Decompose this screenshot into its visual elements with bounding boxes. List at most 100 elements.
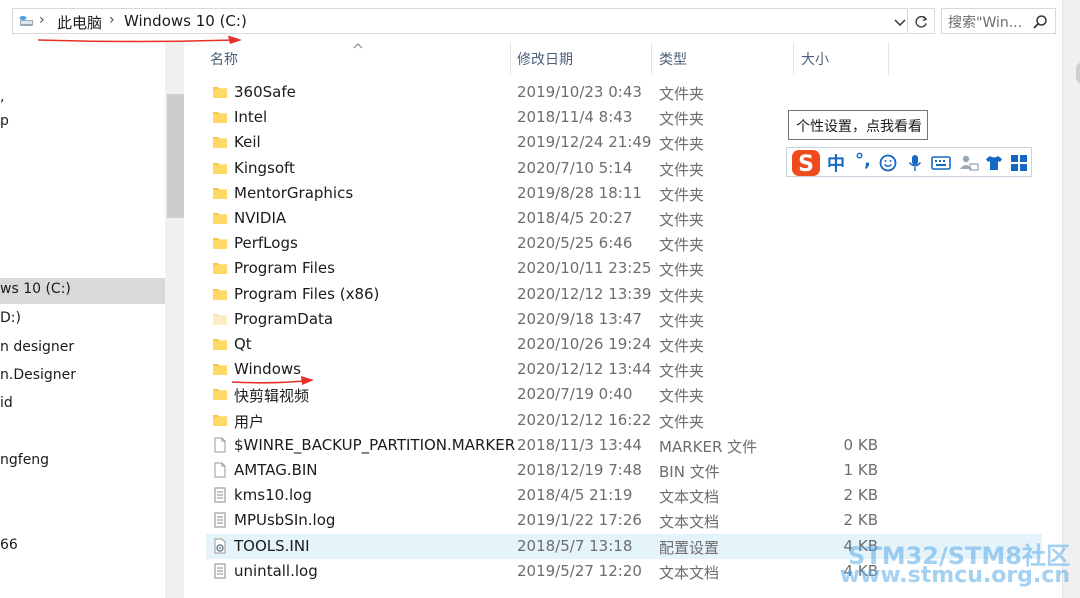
file-row[interactable]: MPUsbSIn.log 2019/1/22 17:26 文本文档 2 KB xyxy=(206,508,1042,533)
folder-row[interactable]: NVIDIA 2018/4/5 20:27 文件夹 xyxy=(206,206,1042,231)
file-name: ProgramData xyxy=(234,309,334,328)
refresh-icon xyxy=(915,15,928,28)
file-row[interactable]: $WINRE_BACKUP_PARTITION.MARKER 2018/11/3 … xyxy=(206,433,1042,458)
file-size: 1 KB xyxy=(843,461,878,479)
nav-item-c-drive[interactable]: ws 10 (C:) xyxy=(0,278,165,304)
file-row[interactable]: AMTAG.BIN 2018/12/19 7:48 BIN 文件 1 KB xyxy=(206,458,1042,483)
nav-item[interactable]: id xyxy=(0,392,165,418)
file-type: 文本文档 xyxy=(659,488,720,507)
folder-row[interactable]: 360Safe 2019/10/23 0:43 文件夹 xyxy=(206,80,1042,105)
search-icon xyxy=(1033,15,1047,29)
keyboard-icon[interactable] xyxy=(931,154,951,172)
nav-item[interactable]: , xyxy=(0,86,165,112)
file-icon xyxy=(212,462,228,478)
file-date: 2020/12/12 13:44 xyxy=(517,360,652,379)
address-bar[interactable]: › 此电脑 › Windows 10 (C:) xyxy=(12,8,908,34)
folder-row[interactable]: 快剪辑视频 2020/7/19 0:40 文件夹 xyxy=(206,382,1042,407)
column-date[interactable]: 修改日期 xyxy=(517,49,573,69)
text-file-icon xyxy=(212,563,228,579)
folder-row[interactable]: 用户 2020/12/12 16:22 文件夹 xyxy=(206,408,1042,433)
search-input[interactable]: 搜索"Win... xyxy=(941,8,1056,34)
nav-scrollbar-thumb[interactable] xyxy=(167,94,184,218)
file-name: Keil xyxy=(234,133,261,152)
microphone-icon[interactable] xyxy=(906,154,924,172)
column-divider[interactable] xyxy=(888,42,889,75)
user-skin-icon[interactable] xyxy=(959,154,979,172)
nav-item[interactable]: n designer xyxy=(0,336,165,362)
file-type: 配置设置 xyxy=(659,538,720,557)
file-date: 2020/12/12 16:22 xyxy=(517,410,652,429)
file-date: 2019/8/28 18:11 xyxy=(517,183,642,202)
tshirt-icon[interactable] xyxy=(984,154,1004,172)
red-arrow-annotation xyxy=(37,35,242,44)
file-type: 文件夹 xyxy=(659,337,705,355)
file-name: 360Safe xyxy=(234,83,296,101)
folder-icon xyxy=(212,260,228,276)
chevron-right-icon[interactable]: › xyxy=(39,12,45,28)
chevron-down-icon[interactable] xyxy=(891,13,909,31)
column-type[interactable]: 类型 xyxy=(659,49,687,69)
file-date: 2018/11/3 13:44 xyxy=(517,435,642,454)
file-name: Intel xyxy=(234,108,268,127)
folder-icon xyxy=(212,235,228,251)
navigation-pane: , p ws 10 (C:) D:) n designer n.Designer… xyxy=(0,42,184,598)
column-divider[interactable] xyxy=(793,42,794,75)
folder-row[interactable]: PerfLogs 2020/5/25 6:46 文件夹 xyxy=(206,231,1042,256)
toolbox-grid-icon[interactable] xyxy=(1010,154,1028,172)
breadcrumb-this-pc[interactable]: 此电脑 xyxy=(57,12,102,33)
file-name: NVIDIA xyxy=(234,209,287,227)
breadcrumb-c-drive[interactable]: Windows 10 (C:) xyxy=(124,12,247,30)
folder-row[interactable]: MentorGraphics 2019/8/28 18:11 文件夹 xyxy=(206,181,1042,206)
nav-item-d-drive[interactable]: D:) xyxy=(0,307,165,333)
file-icon xyxy=(212,437,228,453)
file-type: 文件夹 xyxy=(659,185,705,204)
folder-row[interactable]: Qt 2020/10/26 19:24 文件夹 xyxy=(206,332,1042,357)
file-name: PerfLogs xyxy=(234,234,298,253)
chevron-right-icon[interactable]: › xyxy=(109,12,115,28)
ime-punct-toggle[interactable]: °, xyxy=(855,150,871,171)
scroll-knob[interactable] xyxy=(1076,62,1080,84)
column-size[interactable]: 大小 xyxy=(801,49,829,69)
column-name[interactable]: 名称 xyxy=(210,49,238,69)
file-name: MentorGraphics xyxy=(234,183,354,202)
folder-icon xyxy=(212,336,228,352)
nav-item[interactable]: n.Designer xyxy=(0,364,165,390)
this-pc-icon xyxy=(19,16,33,26)
folder-icon xyxy=(212,160,228,176)
sogou-logo-icon[interactable]: S xyxy=(791,149,821,177)
folder-icon xyxy=(212,412,228,428)
folder-icon xyxy=(212,109,228,125)
folder-icon xyxy=(212,210,228,226)
file-name: Qt xyxy=(234,335,252,353)
file-date: 2019/10/23 0:43 xyxy=(517,83,642,101)
file-type: MARKER 文件 xyxy=(659,437,758,456)
nav-item[interactable]: 66 xyxy=(0,534,165,560)
file-name: $WINRE_BACKUP_PARTITION.MARKER xyxy=(234,435,516,454)
folder-row[interactable]: Program Files (x86) 2020/12/12 13:39 文件夹 xyxy=(206,282,1042,307)
folder-icon xyxy=(212,286,228,302)
file-type: BIN 文件 xyxy=(659,463,720,481)
folder-row[interactable]: Windows 2020/12/12 13:44 文件夹 xyxy=(206,357,1042,382)
file-date: 2020/10/26 19:24 xyxy=(517,335,652,353)
file-name: 用户 xyxy=(234,412,265,431)
emoji-icon[interactable] xyxy=(879,154,897,172)
ime-mode-toggle[interactable]: 中 xyxy=(827,150,845,176)
column-divider[interactable] xyxy=(651,42,652,75)
file-date: 2018/4/5 20:27 xyxy=(517,209,633,227)
folder-row[interactable]: ProgramData 2020/9/18 13:47 文件夹 xyxy=(206,307,1042,332)
text-file-icon xyxy=(212,512,228,528)
nav-item[interactable]: p xyxy=(0,110,165,136)
ime-tooltip: 个性设置，点我看看 xyxy=(788,110,928,140)
file-date: 2019/12/24 21:49 xyxy=(517,133,652,152)
file-type: 文件夹 xyxy=(659,110,705,129)
column-divider[interactable] xyxy=(510,42,511,75)
nav-item[interactable]: ngfeng xyxy=(0,449,165,475)
file-date: 2020/9/18 13:47 xyxy=(517,309,642,328)
file-name: 快剪辑视频 xyxy=(234,387,310,406)
folder-icon xyxy=(212,185,228,201)
file-type: 文本文档 xyxy=(659,563,720,582)
file-type: 文件夹 xyxy=(659,236,705,255)
folder-row[interactable]: Program Files 2020/10/11 23:25 文件夹 xyxy=(206,256,1042,281)
file-row[interactable]: kms10.log 2018/4/5 21:19 文本文档 2 KB xyxy=(206,483,1042,508)
refresh-button[interactable] xyxy=(909,8,935,34)
